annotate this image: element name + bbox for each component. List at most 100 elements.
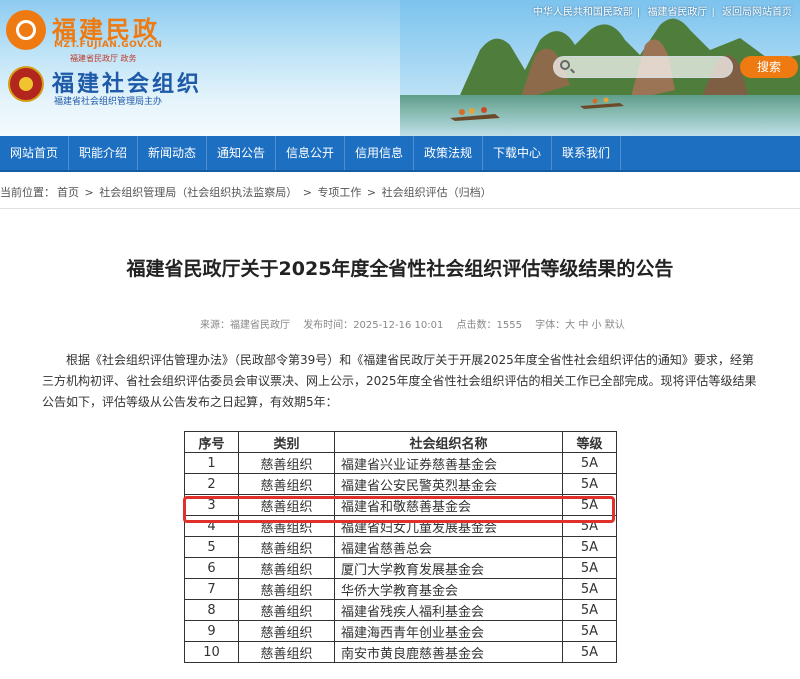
breadcrumb-evaluation[interactable]: 社会组织评估（归档）	[382, 186, 492, 199]
top-links: 中华人民共和国民政部 | 福建省民政厅 | 返回局网站首页	[532, 7, 792, 18]
breadcrumb-bureau[interactable]: 社会组织管理局（社会组织执法监察局）	[99, 186, 297, 199]
source-label: 来源：	[200, 320, 230, 331]
breadcrumb: 当前位置： 首页 > 社会组织管理局（社会组织执法监察局） > 专项工作 > 社会…	[0, 184, 800, 200]
link-provincial-bureau[interactable]: 福建省民政厅	[647, 7, 707, 18]
cell-grade: 5A	[562, 599, 617, 621]
article-body: 根据《社会组织评估管理办法》（民政部令第39号）和《福建省民政厅关于开展2025…	[42, 353, 757, 409]
nav-notices[interactable]: 通知公告	[207, 136, 276, 170]
cell-org-name: 福建省慈善总会	[334, 536, 563, 558]
cell-grade: 5A	[562, 536, 617, 558]
cell-index: 8	[184, 599, 239, 621]
minzheng-logo-icon	[6, 10, 46, 50]
cell-grade: 5A	[562, 557, 617, 579]
cell-index: 5	[184, 536, 239, 558]
page-title: 福建省民政厅关于2025年度全省性社会组织评估等级结果的公告	[126, 258, 674, 280]
site-header: 中华人民共和国民政部 | 福建省民政厅 | 返回局网站首页 福建民政 MZT.FUJ…	[0, 0, 800, 136]
article-meta: 来源：福建省民政厅 发布时间：2025-12-16 10:01 点击数：1555…	[200, 316, 625, 331]
date-value: 2025-12-16 10:01	[353, 320, 444, 331]
font-size-large[interactable]: 大	[565, 320, 575, 331]
site1-subtitle: 福建省民政厅 政务	[70, 54, 137, 63]
nav-downloads[interactable]: 下载中心	[483, 136, 552, 170]
cell-org-name: 福建省公安民警英烈基金会	[334, 473, 563, 495]
cell-index: 10	[184, 641, 239, 663]
table-row: 1 慈善组织 福建省兴业证券慈善基金会 5A	[184, 452, 617, 474]
cell-index: 3	[184, 494, 239, 516]
site2-subtitle: 福建省社会组织管理局主办	[54, 97, 163, 107]
cell-category: 慈善组织	[238, 557, 335, 579]
hits-label: 点击数：	[456, 320, 497, 331]
breadcrumb-sep: >	[363, 186, 380, 199]
cell-category: 慈善组织	[238, 452, 335, 474]
table-row: 6 慈善组织 厦门大学教育发展基金会 5A	[184, 557, 617, 579]
cell-category: 慈善组织	[238, 536, 335, 558]
table-row: 7 慈善组织 华侨大学教育基金会 5A	[184, 578, 617, 600]
cell-category: 慈善组织	[238, 473, 335, 495]
cell-category: 慈善组织	[238, 494, 335, 516]
cell-grade: 5A	[562, 641, 617, 663]
cell-index: 4	[184, 515, 239, 537]
cell-grade: 5A	[562, 452, 617, 474]
cell-grade: 5A	[562, 515, 617, 537]
font-size-medium[interactable]: 中	[578, 320, 588, 331]
table-row: 5 慈善组织 福建省慈善总会 5A	[184, 536, 617, 558]
cell-org-name: 福建省兴业证券慈善基金会	[334, 452, 563, 474]
cell-category: 慈善组织	[238, 599, 335, 621]
cell-org-name: 福建省和敬慈善基金会	[334, 494, 563, 516]
cell-grade: 5A	[562, 578, 617, 600]
cell-index: 6	[184, 557, 239, 579]
font-size-default[interactable]: 默认	[605, 320, 625, 331]
cell-category: 慈善组织	[238, 515, 335, 537]
nav-credit[interactable]: 信用信息	[345, 136, 414, 170]
nav-disclosure[interactable]: 信息公开	[276, 136, 345, 170]
emblem-logo-icon	[8, 66, 44, 102]
hits-value: 1555	[496, 320, 522, 331]
table-row: 10 慈善组织 南安市黄良鹿慈善基金会 5A	[184, 641, 617, 663]
cell-grade: 5A	[562, 473, 617, 495]
header-org-name: 社会组织名称	[334, 431, 563, 453]
nav-home[interactable]: 网站首页	[0, 136, 69, 170]
header-category: 类别	[238, 431, 335, 453]
cell-grade: 5A	[562, 494, 617, 516]
table-row: 8 慈善组织 福建省残疾人福利基金会 5A	[184, 599, 617, 621]
date-label: 发布时间：	[303, 320, 354, 331]
table-header-row: 序号 类别 社会组织名称 等级	[184, 431, 617, 453]
table-row: 4 慈善组织 福建省妇女儿童发展基金会 5A	[184, 515, 617, 537]
breadcrumb-label: 当前位置：	[0, 186, 55, 199]
table-row: 2 慈善组织 福建省公安民警英烈基金会 5A	[184, 473, 617, 495]
cell-org-name: 南安市黄良鹿慈善基金会	[334, 641, 563, 663]
header-index: 序号	[184, 431, 239, 453]
source-value: 福建省民政厅	[230, 320, 290, 331]
cell-org-name: 福建省妇女儿童发展基金会	[334, 515, 563, 537]
nav-contact[interactable]: 联系我们	[552, 136, 621, 170]
breadcrumb-sep: >	[299, 186, 316, 199]
search-input[interactable]	[553, 56, 733, 78]
font-size-small[interactable]: 小	[592, 320, 602, 331]
site1-url: MZT.FUJIAN.GOV.CN	[54, 40, 163, 50]
results-table: 序号 类别 社会组织名称 等级 1 慈善组织 福建省兴业证券慈善基金会 5A 2 慈善组织…	[184, 431, 617, 663]
cell-org-name: 厦门大学教育发展基金会	[334, 557, 563, 579]
cell-category: 慈善组织	[238, 620, 335, 642]
cell-index: 2	[184, 473, 239, 495]
cell-index: 9	[184, 620, 239, 642]
cell-category: 慈善组织	[238, 578, 335, 600]
cell-org-name: 福建海西青年创业基金会	[334, 620, 563, 642]
search-button[interactable]: 搜索	[740, 56, 798, 78]
search-icon	[560, 60, 570, 70]
breadcrumb-home[interactable]: 首页	[57, 186, 79, 199]
nav-policy[interactable]: 政策法规	[414, 136, 483, 170]
link-return-home[interactable]: 返回局网站首页	[722, 7, 792, 18]
font-size-label: 字体：	[535, 320, 566, 331]
cell-grade: 5A	[562, 620, 617, 642]
link-ministry[interactable]: 中华人民共和国民政部	[533, 7, 633, 18]
breadcrumb-special-work[interactable]: 专项工作	[317, 186, 361, 199]
cell-org-name: 华侨大学教育基金会	[334, 578, 563, 600]
main-nav: 网站首页 职能介绍 新闻动态 通知公告 信息公开 信用信息 政策法规 下载中心 …	[0, 136, 800, 172]
breadcrumb-sep: >	[81, 186, 98, 199]
header-grade: 等级	[562, 431, 617, 453]
cell-org-name: 福建省残疾人福利基金会	[334, 599, 563, 621]
nav-news[interactable]: 新闻动态	[138, 136, 207, 170]
table-row: 3 慈善组织 福建省和敬慈善基金会 5A	[184, 494, 617, 516]
cell-category: 慈善组织	[238, 641, 335, 663]
nav-functions[interactable]: 职能介绍	[69, 136, 138, 170]
cell-index: 1	[184, 452, 239, 474]
